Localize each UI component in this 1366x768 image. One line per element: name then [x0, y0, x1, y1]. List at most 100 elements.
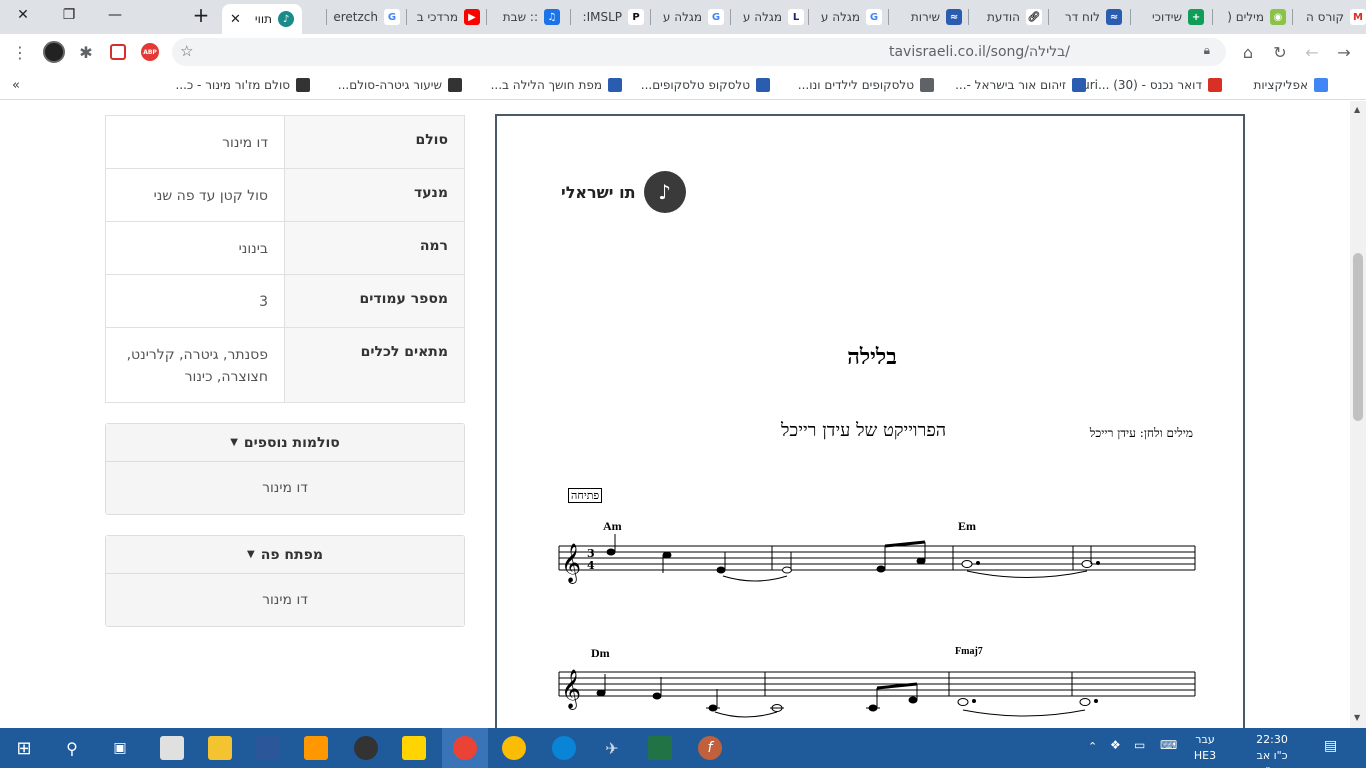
bookmark-2[interactable]: זיהום אור בישראל -...: [955, 76, 1086, 94]
tab-separator: [486, 9, 487, 25]
scroll-down-icon[interactable]: ▼: [1354, 713, 1360, 722]
info-row: רמה בינוני: [105, 221, 465, 275]
tab-0[interactable]: M קורס ה: [1292, 5, 1366, 29]
tab-6[interactable]: G מגלה ע: [808, 5, 882, 29]
tab-active-label: תווי: [254, 12, 272, 26]
tab-2[interactable]: + שידוכי: [1130, 5, 1204, 29]
input-language-label: עבר: [1195, 733, 1215, 746]
tab-separator: [650, 9, 651, 25]
tab-7[interactable]: L מגלה ע: [730, 5, 804, 29]
tab-label: מגלה ע: [742, 10, 782, 24]
panel-more-scales-header[interactable]: סולמות נוספים ▼: [106, 424, 464, 462]
tab-separator: [888, 9, 889, 25]
panel-mouth-key-title: מפתח פה: [260, 546, 323, 563]
keyboard-icon[interactable]: ⌨: [1160, 738, 1177, 752]
word-icon[interactable]: [256, 736, 280, 760]
network-icon[interactable]: ▭: [1134, 738, 1145, 752]
finale-icon[interactable]: f: [698, 736, 722, 760]
home-icon[interactable]: ⌂: [1236, 40, 1260, 64]
tab-label: הודעת: [986, 10, 1020, 24]
media-player-icon[interactable]: [304, 736, 328, 760]
profile-avatar[interactable]: [42, 40, 66, 64]
reload-icon[interactable]: ↻: [1268, 40, 1292, 64]
restore-window-button[interactable]: ❐: [46, 0, 92, 30]
bookmark-star-icon[interactable]: ☆: [180, 42, 193, 60]
tab-10[interactable]: ♫:: שבת: [486, 5, 560, 29]
bookmark-7[interactable]: סולם מז'ור מינור - כ...: [175, 76, 310, 94]
calculator-icon[interactable]: [160, 736, 184, 760]
file-explorer-icon[interactable]: [208, 736, 232, 760]
tab-label: IMSLP:: [582, 10, 622, 24]
input-language[interactable]: עבר HE3: [1188, 732, 1222, 764]
excel-icon[interactable]: [648, 736, 672, 760]
tab-8[interactable]: G מגלה ע: [650, 5, 724, 29]
tab-12[interactable]: Geretzch: [326, 5, 400, 29]
browser-toolbar: ⋮ ✱ ABP ☆ 🔒︎ tavisraeli.co.il/song/בלילה…: [0, 34, 1366, 70]
tab-9[interactable]: P IMSLP:: [570, 5, 644, 29]
page-scrollbar[interactable]: ▲ ▼: [1350, 101, 1366, 728]
scroll-thumb[interactable]: [1353, 253, 1363, 421]
gmail-icon: M: [1350, 9, 1366, 25]
bookmark-5[interactable]: מפת חושך הלילה ב...: [491, 76, 622, 94]
treble-clef-icon: 𝄞: [561, 543, 581, 584]
adblock-icon[interactable]: ABP: [138, 40, 162, 64]
tab-label: מגלה ע: [820, 10, 860, 24]
close-tab-icon[interactable]: ✕: [230, 12, 241, 27]
tab-3[interactable]: ≈ לוח דר: [1048, 5, 1122, 29]
panel-mouth-key-value[interactable]: דו מינור: [106, 574, 464, 626]
tab-4[interactable]: 🔗︎ הודעת: [968, 5, 1042, 29]
bookmark-4[interactable]: טלסקופ טלסקופים...: [641, 76, 770, 94]
new-tab-button[interactable]: +: [178, 0, 224, 30]
guitar-icon: [296, 78, 310, 92]
tab-11[interactable]: ▶ מרדכי ב: [406, 5, 480, 29]
clock-date: כ"ו אב תש"פ: [1256, 749, 1288, 768]
bookmark-3[interactable]: טלסקופים לילדים ונו...: [798, 76, 934, 94]
tab-strip: ✕ ❐ — + ♪ תווי ✕ M קורס ה ◉ מילים ( + שידוכי ≈…: [0, 0, 1366, 34]
sticky-notes-icon[interactable]: [402, 736, 426, 760]
notifications-icon[interactable]: ▤: [1324, 738, 1337, 754]
bookmark-label: טלסקופ טלסקופים...: [640, 78, 750, 92]
bookmark-6[interactable]: שיעור גיטרה-סולם...: [338, 76, 462, 94]
dropbox-icon[interactable]: ❖: [1110, 738, 1121, 752]
bookmark-label: דואר נכנס - uri... (30): [1082, 78, 1202, 92]
task-view-icon[interactable]: ▣: [108, 736, 132, 760]
music-app-icon[interactable]: [354, 736, 378, 760]
tab-separator: [1212, 9, 1213, 25]
info-value: סול קטן עד פה שני: [105, 168, 285, 222]
edge-icon[interactable]: [552, 736, 576, 760]
chrome-icon[interactable]: [502, 736, 526, 760]
chrome-active-taskbar-item[interactable]: [442, 728, 488, 768]
bookmark-1[interactable]: דואר נכנס - uri... (30): [1082, 76, 1222, 94]
info-value: בינוני: [105, 221, 285, 275]
scroll-up-icon[interactable]: ▲: [1354, 105, 1360, 114]
more-bookmarks-chevron-icon[interactable]: »: [12, 76, 20, 94]
lock-icon[interactable]: 🔒︎: [1204, 43, 1210, 58]
bookmark-label: אפליקציות: [1253, 78, 1309, 92]
song-info-table: סולם דו מינור מנעד סול קטן עד פה שני רמה בינו…: [105, 115, 465, 403]
address-bar[interactable]: ☆ 🔒︎ tavisraeli.co.il/song/בלילה/: [172, 38, 1226, 66]
panel-mouth-key-header[interactable]: מפתח פה ▼: [106, 536, 464, 574]
tab-separator: [968, 9, 969, 25]
tray-chevron-icon[interactable]: ⌃: [1088, 740, 1097, 753]
extension-shield-icon[interactable]: [106, 40, 130, 64]
system-clock[interactable]: 22:30 כ"ו אב תש"פ: [1242, 732, 1302, 768]
bookmark-label: טלסקופים לילדים ונו...: [797, 78, 914, 92]
minimize-window-button[interactable]: —: [92, 0, 138, 30]
plane-app-icon[interactable]: ✈: [600, 736, 624, 760]
tab-active[interactable]: ♪ תווי ✕: [222, 4, 302, 34]
close-window-button[interactable]: ✕: [0, 0, 46, 30]
back-arrow-icon[interactable]: →: [1332, 40, 1356, 64]
bookmark-0[interactable]: אפליקציות: [1253, 76, 1328, 94]
search-icon[interactable]: ⚲: [60, 736, 84, 760]
extensions-puzzle-icon[interactable]: ✱: [74, 40, 98, 64]
tab-5[interactable]: ≈ שירות: [888, 5, 962, 29]
menu-dots-icon[interactable]: ⋮: [8, 40, 32, 64]
tab-label: קורס ה: [1306, 10, 1344, 24]
url-text[interactable]: tavisraeli.co.il/song/בלילה/: [889, 44, 1070, 60]
panel-more-scales-value[interactable]: דו מינור: [106, 462, 464, 514]
tab-1[interactable]: ◉ מילים (: [1212, 5, 1286, 29]
windows-start-icon[interactable]: ⊞: [12, 736, 36, 760]
bookmark-label: סולם מז'ור מינור - כ...: [175, 78, 290, 92]
forward-arrow-icon[interactable]: ←: [1300, 40, 1324, 64]
music-note-icon: ♪: [278, 11, 294, 27]
